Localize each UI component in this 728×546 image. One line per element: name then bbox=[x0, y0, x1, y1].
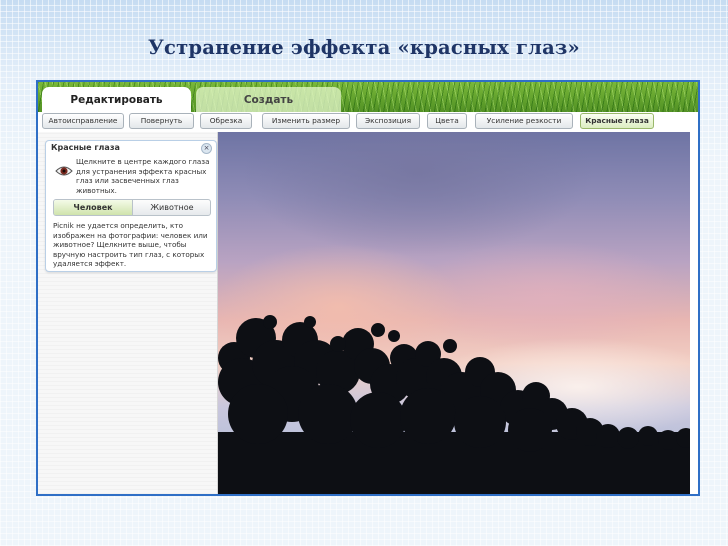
photo-canvas[interactable] bbox=[218, 132, 690, 494]
tree-silhouette bbox=[218, 315, 690, 494]
panel-title: Красные глаза bbox=[51, 143, 120, 152]
slide-title: Устранение эффекта «красных глаз» bbox=[148, 36, 580, 59]
exposure-button[interactable]: Экспозиция bbox=[356, 113, 420, 129]
app-screenshot: Редактировать Создать Автоисправление По… bbox=[36, 80, 700, 496]
redeye-button[interactable]: Красные глаза bbox=[580, 113, 654, 129]
crop-button[interactable]: Обрезка bbox=[200, 113, 252, 129]
human-option-button[interactable]: Человек bbox=[54, 200, 133, 215]
panel-note-text: Picnik не удается определить, кто изобра… bbox=[53, 221, 208, 268]
autofix-button[interactable]: Автоисправление bbox=[42, 113, 124, 129]
eye-icon bbox=[55, 166, 73, 176]
tool-options-pane: Красные глаза × Щелкните в центре каждог… bbox=[38, 132, 218, 494]
resize-button[interactable]: Изменить размер bbox=[262, 113, 350, 129]
edit-toolbar: Автоисправление Повернуть Обрезка Измени… bbox=[38, 112, 698, 132]
animal-option-button[interactable]: Животное bbox=[133, 200, 210, 215]
close-icon[interactable]: × bbox=[201, 143, 212, 154]
redeye-panel: Красные глаза × Щелкните в центре каждог… bbox=[45, 140, 217, 272]
colors-button[interactable]: Цвета bbox=[427, 113, 467, 129]
panel-help-text: Щелкните в центре каждого глаза для устр… bbox=[76, 157, 210, 195]
sharpen-button[interactable]: Усиление резкости bbox=[475, 113, 573, 129]
eye-type-toggle: Человек Животное bbox=[53, 199, 211, 216]
rotate-button[interactable]: Повернуть bbox=[129, 113, 194, 129]
tab-create[interactable]: Создать bbox=[196, 87, 341, 113]
